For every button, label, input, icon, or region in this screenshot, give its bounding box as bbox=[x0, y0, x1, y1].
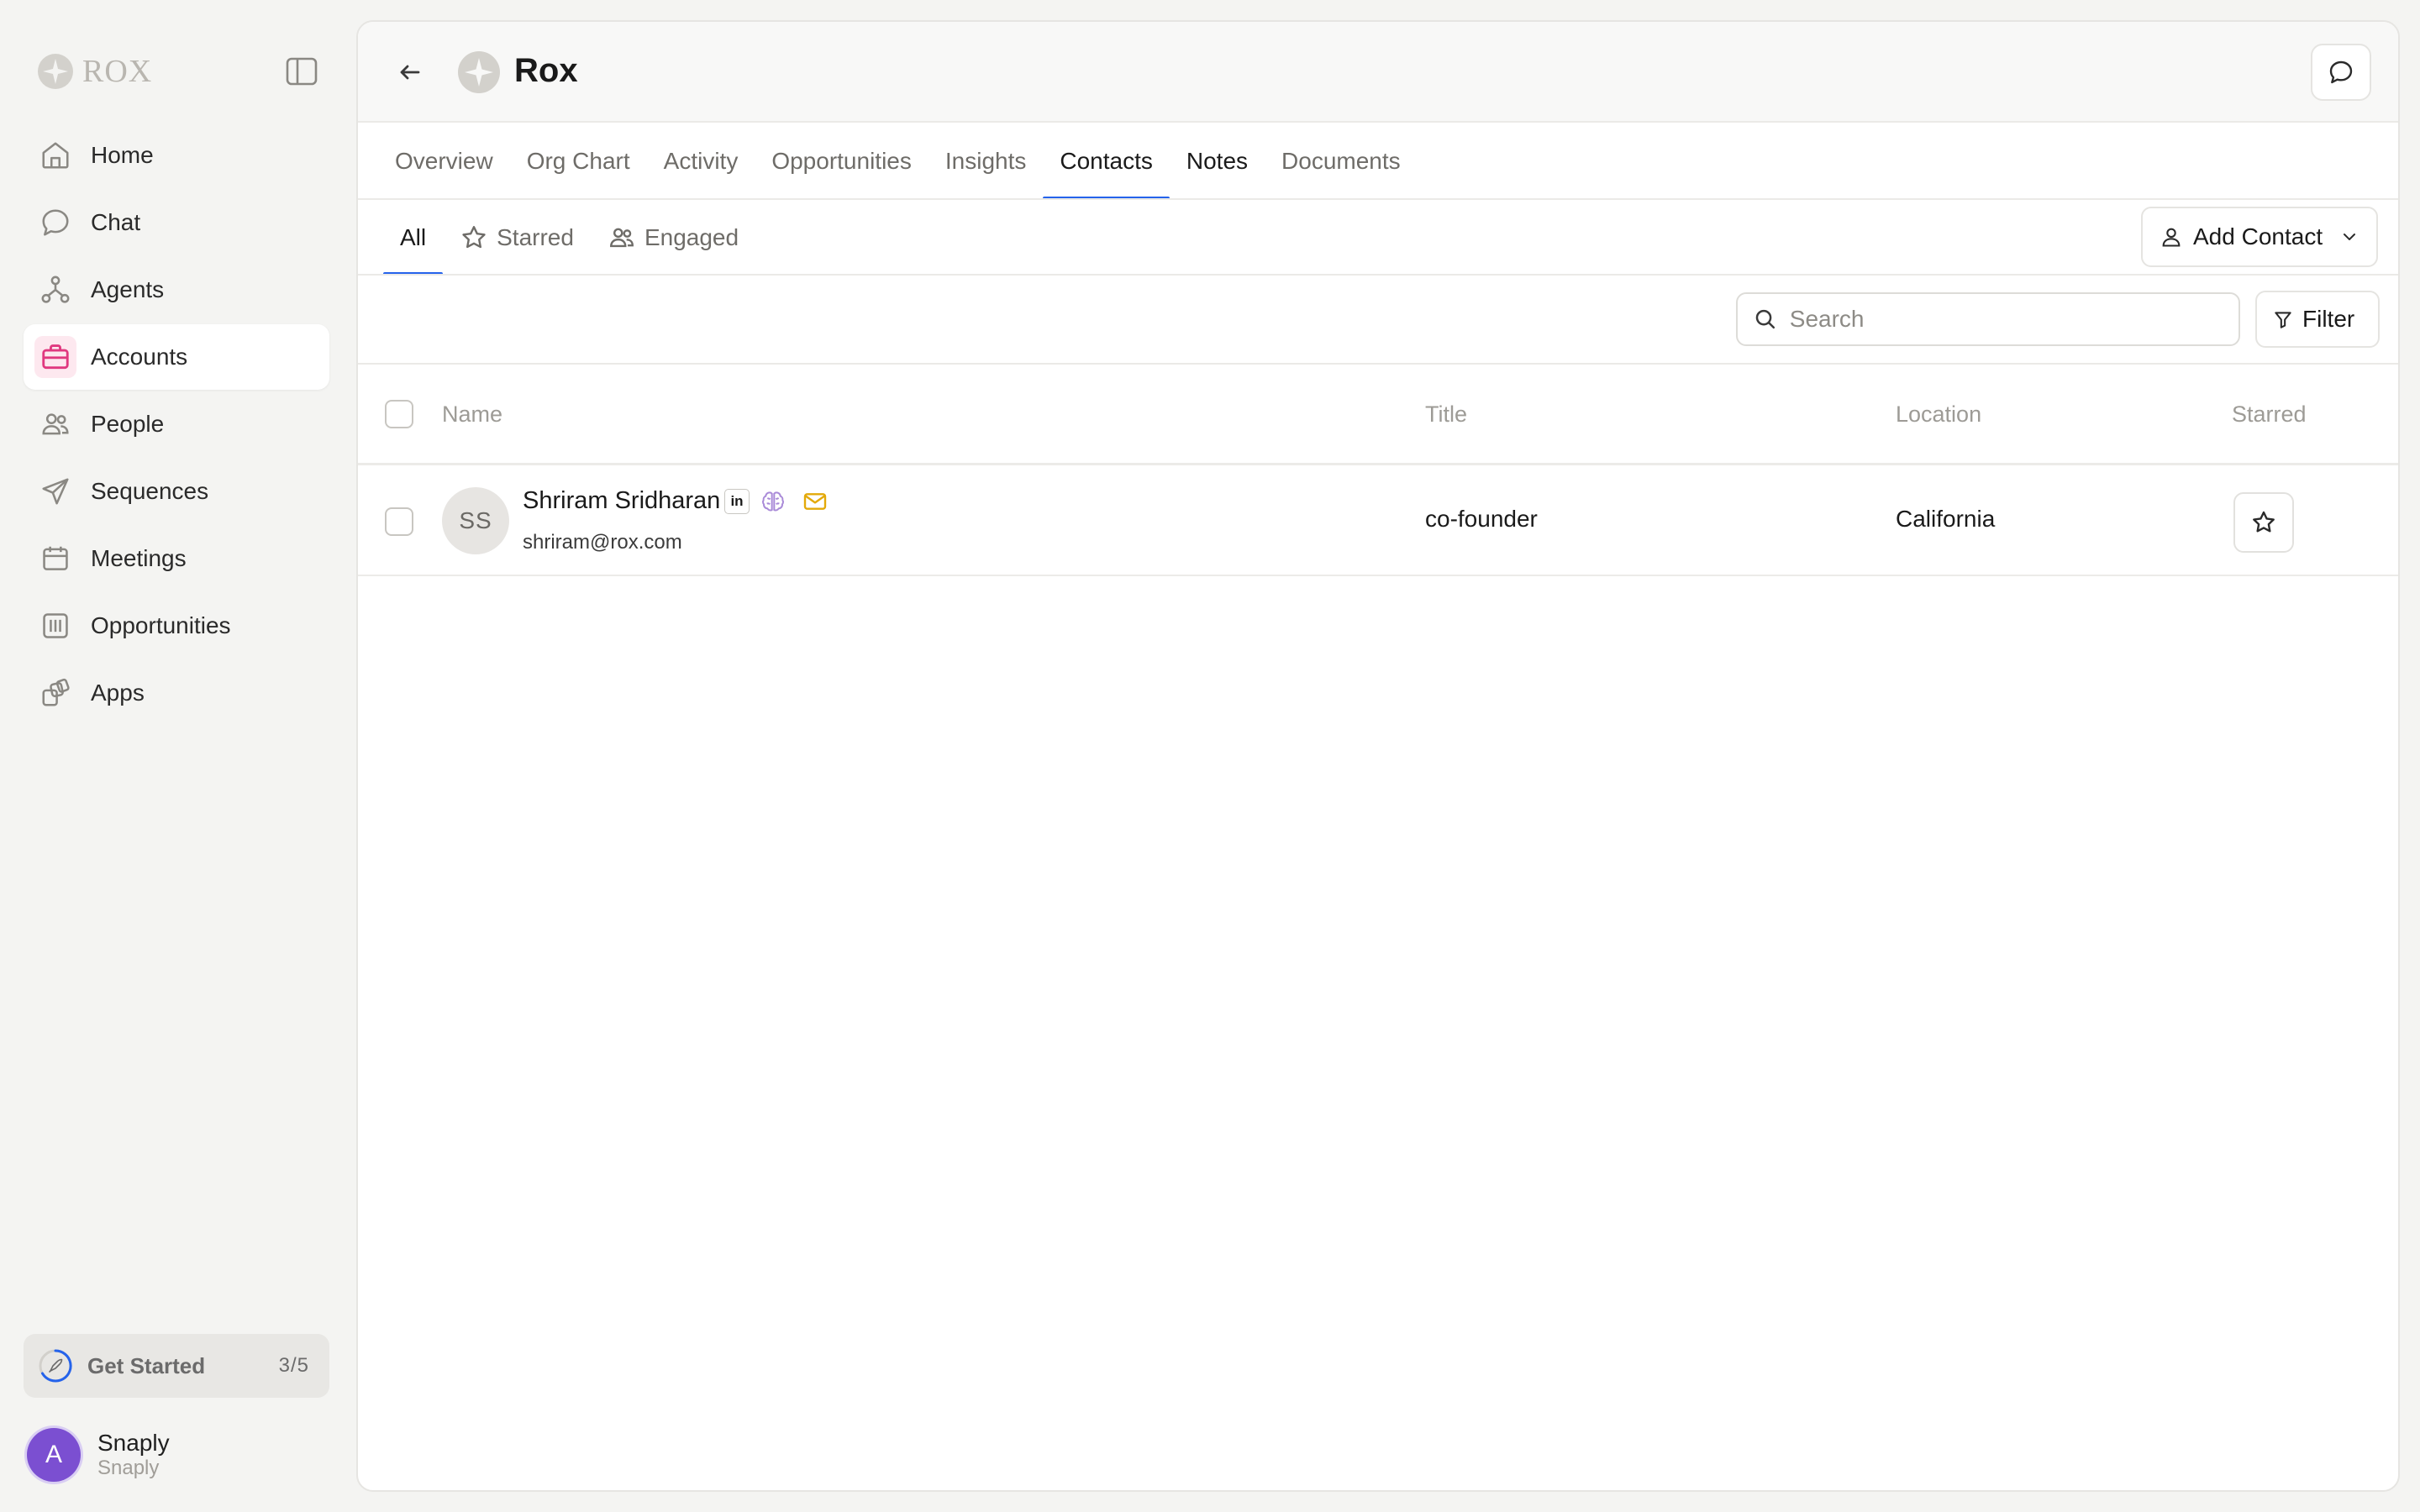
sidebar-item-label: Accounts bbox=[91, 344, 188, 370]
filter-button[interactable]: Filter bbox=[2255, 291, 2380, 348]
subtab-label: Starred bbox=[497, 224, 574, 250]
table-header: Name Title Location Starred bbox=[358, 365, 2398, 465]
contact-title: co-founder bbox=[1425, 506, 1538, 532]
tab-org-chart[interactable]: Org Chart bbox=[510, 123, 647, 200]
subtabs-divider bbox=[358, 274, 2398, 276]
sidebar-item-label: Home bbox=[91, 142, 154, 168]
subtab-engaged[interactable]: Engaged bbox=[591, 200, 755, 276]
sidebar-item-agents[interactable]: Agents bbox=[24, 257, 329, 323]
user-icon bbox=[2162, 228, 2181, 247]
sidebar-item-chat[interactable]: Chat bbox=[24, 190, 329, 255]
filter-label: Filter bbox=[2302, 306, 2355, 332]
tab-documents[interactable]: Documents bbox=[1265, 123, 1418, 200]
column-header-location[interactable]: Location bbox=[1896, 402, 1981, 428]
search-box[interactable] bbox=[1736, 292, 2240, 346]
sidebar-item-accounts[interactable]: Accounts bbox=[24, 324, 329, 390]
rox-logo-icon bbox=[38, 54, 73, 89]
brand-logo[interactable]: ROX bbox=[37, 50, 323, 92]
column-header-name[interactable]: Name bbox=[442, 402, 502, 428]
sidebar-item-people[interactable]: People bbox=[24, 391, 329, 457]
sidebar-item-label: People bbox=[91, 411, 165, 437]
table-row[interactable]: SS Shriram Sridharan in shriram@rox.com … bbox=[358, 467, 2398, 576]
tab-contacts[interactable]: Contacts bbox=[1043, 123, 1170, 200]
chat-icon bbox=[39, 206, 72, 239]
sidebar-item-label: Meetings bbox=[91, 545, 187, 571]
account-tabs: Overview Org Chart Activity Opportunitie… bbox=[378, 123, 1418, 200]
back-arrow-icon[interactable] bbox=[395, 57, 425, 87]
page-title: Rox bbox=[514, 52, 578, 89]
apps-icon bbox=[39, 676, 72, 710]
columns-icon bbox=[39, 609, 72, 643]
sidebar-item-label: Chat bbox=[91, 209, 141, 235]
sidebar-item-opportunities[interactable]: Opportunities bbox=[24, 593, 329, 659]
sidebar-item-meetings[interactable]: Meetings bbox=[24, 526, 329, 591]
linkedin-icon[interactable]: in bbox=[724, 489, 750, 514]
row-checkbox[interactable] bbox=[385, 507, 413, 536]
sidebar: ROX Home Chat Agents Accounts People Seq… bbox=[0, 0, 353, 1512]
get-started-button[interactable]: Get Started 3/5 bbox=[24, 1334, 329, 1398]
sidebar-item-apps[interactable]: Apps bbox=[24, 660, 329, 726]
tab-opportunities[interactable]: Opportunities bbox=[755, 123, 929, 200]
send-icon bbox=[39, 475, 72, 508]
filter-icon bbox=[2275, 312, 2291, 328]
star-contact-button[interactable] bbox=[2233, 492, 2294, 553]
sidebar-nav: Home Chat Agents Accounts People Sequenc… bbox=[24, 123, 329, 727]
user-name: Snaply bbox=[97, 1430, 170, 1456]
user-org: Snaply bbox=[97, 1457, 160, 1479]
chevron-down-icon bbox=[2344, 234, 2355, 240]
chat-bubble-icon bbox=[2329, 60, 2353, 84]
contact-filter-tabs: All Starred Engaged bbox=[383, 200, 755, 276]
people-icon bbox=[609, 228, 634, 248]
open-chat-button[interactable] bbox=[2311, 44, 2371, 101]
subtab-all[interactable]: All bbox=[383, 200, 444, 276]
add-contact-button[interactable]: Add Contact bbox=[2141, 207, 2378, 267]
contact-avatar: SS bbox=[442, 487, 509, 554]
contact-email[interactable]: shriram@rox.com bbox=[523, 531, 682, 554]
user-avatar: A bbox=[27, 1428, 81, 1482]
tab-overview[interactable]: Overview bbox=[378, 123, 510, 200]
star-icon bbox=[2253, 511, 2275, 533]
calendar-icon bbox=[39, 542, 72, 575]
main-panel: Rox Overview Org Chart Activity Opportun… bbox=[356, 20, 2400, 1492]
sidebar-item-home[interactable]: Home bbox=[24, 123, 329, 188]
column-header-starred[interactable]: Starred bbox=[2232, 402, 2307, 428]
sidebar-item-sequences[interactable]: Sequences bbox=[24, 459, 329, 524]
tab-insights[interactable]: Insights bbox=[929, 123, 1044, 200]
subtab-starred[interactable]: Starred bbox=[443, 200, 591, 276]
sidebar-item-label: Apps bbox=[91, 680, 145, 706]
get-started-progress: 3/5 bbox=[278, 1354, 309, 1377]
sidebar-item-label: Agents bbox=[91, 276, 165, 302]
contact-location: California bbox=[1896, 506, 1996, 532]
brain-icon[interactable] bbox=[760, 488, 786, 515]
briefcase-icon bbox=[34, 336, 76, 378]
sidebar-collapse-icon[interactable] bbox=[286, 57, 318, 86]
account-logo-icon bbox=[458, 51, 500, 93]
tab-activity[interactable]: Activity bbox=[647, 123, 755, 200]
search-input[interactable] bbox=[1789, 306, 2223, 333]
sidebar-item-label: Opportunities bbox=[91, 612, 231, 638]
get-started-label: Get Started bbox=[87, 1352, 206, 1378]
user-menu[interactable]: A Snaply Snaply bbox=[27, 1425, 329, 1485]
contact-badges: in bbox=[724, 487, 829, 516]
tab-notes[interactable]: Notes bbox=[1170, 123, 1265, 200]
user-info: Snaply Snaply bbox=[97, 1430, 170, 1480]
agents-icon bbox=[39, 273, 72, 307]
logo-text: ROX bbox=[82, 54, 153, 89]
people-icon bbox=[39, 407, 72, 441]
star-icon bbox=[462, 226, 486, 249]
subtab-label: Engaged bbox=[644, 224, 739, 250]
search-icon bbox=[1755, 309, 1776, 329]
app-window: ROX Home Chat Agents Accounts People Seq… bbox=[0, 0, 2420, 1512]
account-header: Rox bbox=[358, 22, 2398, 123]
rocket-progress-icon bbox=[39, 1349, 72, 1383]
home-icon bbox=[39, 139, 72, 172]
add-contact-label: Add Contact bbox=[2193, 223, 2323, 249]
column-header-title[interactable]: Title bbox=[1425, 402, 1467, 428]
email-icon[interactable] bbox=[802, 488, 829, 515]
contact-name[interactable]: Shriram Sridharan bbox=[523, 487, 720, 515]
select-all-checkbox[interactable] bbox=[385, 400, 413, 428]
sidebar-item-label: Sequences bbox=[91, 478, 209, 504]
subtab-label: All bbox=[400, 224, 427, 250]
